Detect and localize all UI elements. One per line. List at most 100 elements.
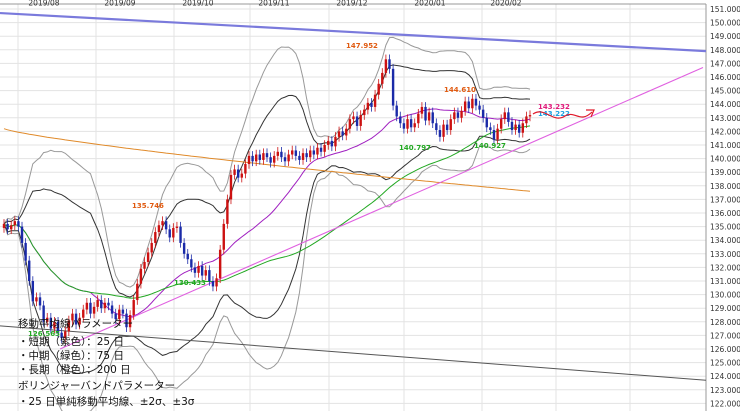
candle-up <box>417 113 420 124</box>
y-tick-label: 150.000 <box>710 19 740 28</box>
candle-up <box>204 270 207 276</box>
candle-down <box>258 154 261 160</box>
candle-down <box>193 267 197 273</box>
candle-down <box>31 281 35 302</box>
candle-down <box>20 226 24 243</box>
x-tick-label: 2019/10 <box>182 0 213 8</box>
candle-down <box>294 150 298 156</box>
y-tick-label: 131.000 <box>710 277 740 286</box>
candle-down <box>319 147 323 152</box>
candle-up <box>503 112 506 120</box>
y-tick-label: 137.000 <box>710 195 740 204</box>
candle-down <box>456 112 460 118</box>
candle-down <box>341 131 344 136</box>
candle-up <box>471 98 474 109</box>
candle-up <box>222 223 225 250</box>
candle-up <box>172 227 175 238</box>
candle-down <box>395 105 398 117</box>
candle-up <box>136 283 139 301</box>
candle-up <box>528 115 532 117</box>
candle-down <box>399 116 402 124</box>
candle-down <box>208 270 211 281</box>
candle-up <box>13 221 17 226</box>
candle-down <box>24 242 27 261</box>
candle-down <box>492 130 496 140</box>
candle-up <box>287 154 290 162</box>
candle-down <box>445 124 449 131</box>
candle-down <box>409 119 413 128</box>
candle-up <box>226 199 229 224</box>
candle-down <box>481 109 485 118</box>
candle-up <box>453 112 456 120</box>
y-tick-label: 147.000 <box>710 59 740 68</box>
candle-up <box>427 112 431 121</box>
candle-up <box>442 124 445 137</box>
candle-down <box>485 117 488 128</box>
candle-up <box>334 136 337 147</box>
candle-up <box>327 140 330 145</box>
point-label: 130.433 <box>174 279 206 287</box>
candle-up <box>244 164 247 174</box>
y-tick-label: 128.000 <box>710 318 740 327</box>
candle-up <box>154 232 157 243</box>
candle-down <box>110 305 114 314</box>
candle-up <box>301 153 305 160</box>
candle-down <box>269 157 272 163</box>
candle-up <box>449 119 452 131</box>
y-tick-label: 141.000 <box>710 141 740 150</box>
candle-down <box>38 297 42 306</box>
candle-down <box>236 169 240 178</box>
y-tick-label: 136.000 <box>710 209 740 218</box>
candle-up <box>525 116 528 124</box>
candle-up <box>348 119 352 129</box>
x-tick-label: 2019/09 <box>104 0 135 8</box>
legend-line-4: ・長期（橙色）：200 日 <box>18 363 131 376</box>
y-tick-label: 145.000 <box>710 87 740 96</box>
candle-down <box>211 281 215 287</box>
candle-down <box>431 112 434 124</box>
candle-up <box>309 150 312 158</box>
candle-up <box>175 226 179 228</box>
legend-line-5: ボリンジャーバンドパラメーター <box>18 380 175 392</box>
candle-up <box>377 83 380 95</box>
candle-down <box>435 123 438 131</box>
candle-up <box>143 261 146 269</box>
point-label: 147.952 <box>346 42 378 50</box>
legend-line-3: ・中期（緑色）：75 日 <box>18 349 124 362</box>
y-tick-label: 122.000 <box>710 399 740 408</box>
y-tick-label: 125.000 <box>710 359 740 368</box>
candle-up <box>273 155 276 163</box>
candle-up <box>139 268 143 284</box>
candle-up <box>262 153 265 160</box>
candle-up <box>2 223 6 228</box>
candle-up <box>460 111 463 118</box>
candle-up <box>359 115 362 126</box>
legend-line-1: 移動平均線パラメーター <box>18 317 133 330</box>
candle-up <box>35 297 38 302</box>
price-chart: 2019/08 2019/09 2019/10 2019/11 2019/12 2020/… <box>0 0 740 411</box>
candle-up <box>150 242 153 253</box>
candle-down <box>370 102 373 107</box>
candle-down <box>164 221 168 230</box>
y-tick-label: 130.000 <box>710 291 740 300</box>
candle-up <box>496 128 499 140</box>
candle-up <box>463 101 467 111</box>
candle-up <box>316 147 319 155</box>
candle-up <box>215 278 218 287</box>
candle-up <box>276 151 280 156</box>
x-tick-label: 2020/02 <box>490 0 521 8</box>
candle-up <box>499 119 503 129</box>
candle-up <box>413 123 416 128</box>
y-tick-label: 138.000 <box>710 182 740 191</box>
candle-down <box>28 260 31 281</box>
candle-up <box>157 225 161 233</box>
candle-down <box>402 123 406 129</box>
x-tick-label: 2019/12 <box>336 0 367 8</box>
candle-down <box>107 302 110 306</box>
y-tick-label: 124.000 <box>710 372 740 381</box>
candle-down <box>179 226 182 243</box>
y-tick-label: 139.000 <box>710 168 740 177</box>
candle-down <box>121 309 125 314</box>
candle-up <box>384 59 388 73</box>
legend-line-6: ・25 日単純移動平均線、±2σ、±3σ <box>18 395 195 408</box>
